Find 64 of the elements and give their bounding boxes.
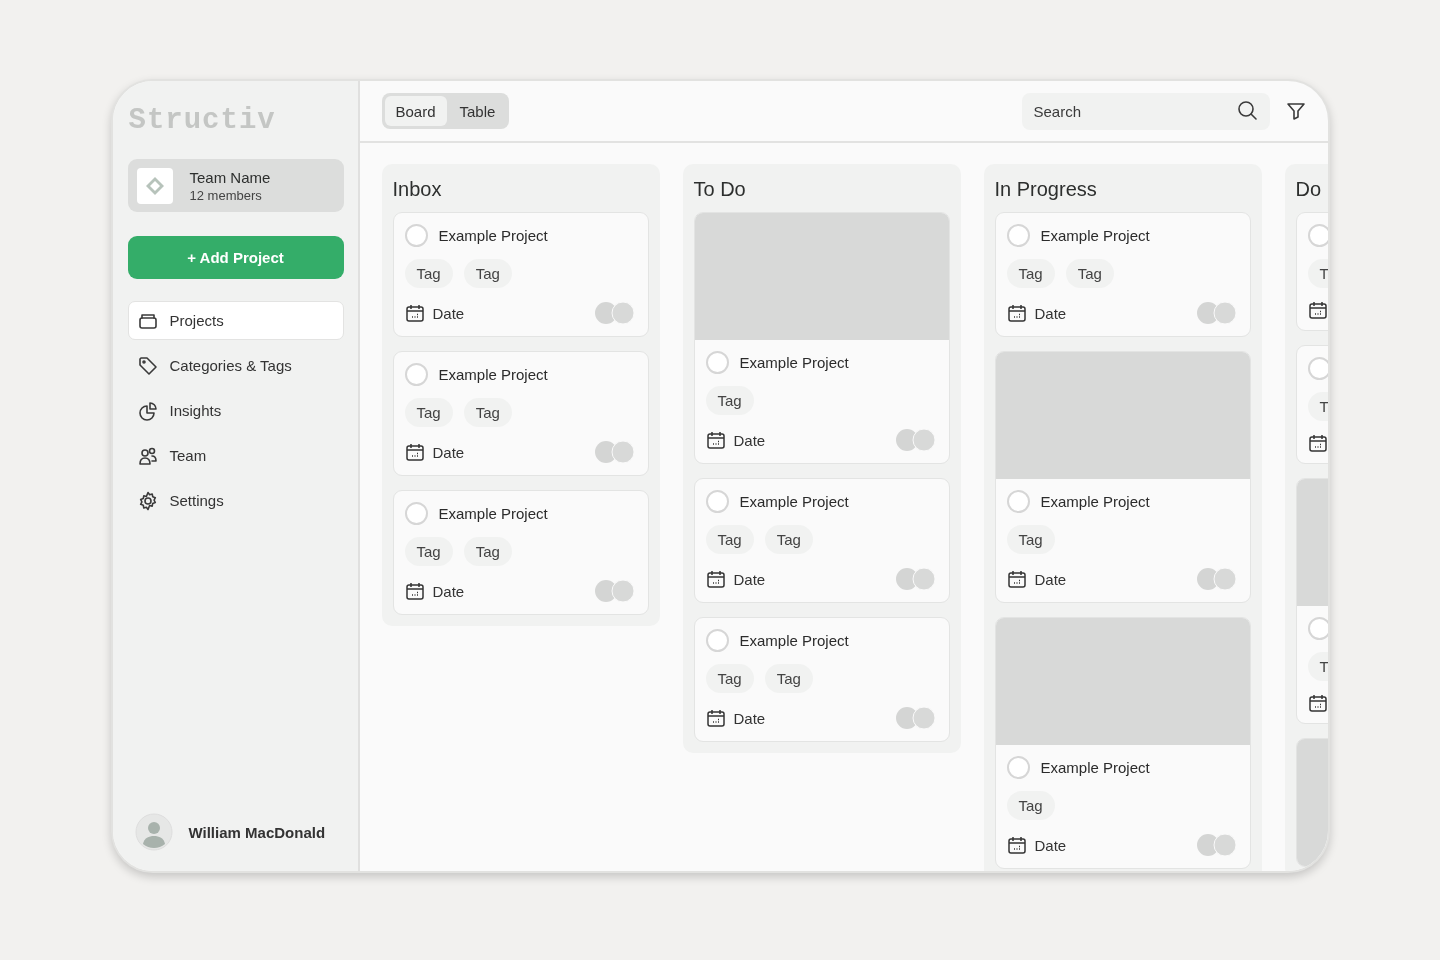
tag: Tag [404,398,453,427]
column-title: In Progress [994,177,1098,201]
tag: Tag [404,537,453,566]
member-count: 12 members [189,187,263,203]
tag: Tag [1006,525,1055,554]
project-card[interactable]: Example Project Tag Date [994,617,1251,869]
tag: Tag [764,525,813,554]
user-name: William MacDonald [188,823,326,841]
tag: T [1307,259,1328,288]
project-card[interactable]: Example Project Tag Date [994,351,1251,603]
date-label: Date [733,709,766,727]
card-title: Example Project [739,493,849,510]
tag: Tag [1006,259,1055,288]
nav-item[interactable]: Insights [127,391,344,430]
tag: Tag [705,664,754,693]
tag: Tag [764,664,813,693]
tag: Tag [404,259,453,288]
nav-item[interactable]: Settings [127,481,344,520]
tag: T [1307,392,1328,421]
project-card[interactable]: Example Project Tag Tag Date [392,212,649,337]
date-label: Date [1034,570,1067,588]
team-card[interactable]: Team Name 12 members [127,159,344,212]
team-name: Team Name [189,168,271,186]
card-title: Example Project [739,354,849,371]
tag: Tag [463,537,512,566]
card-title: Example Project [438,227,548,244]
tag: Tag [463,398,512,427]
view-tab[interactable]: Board [384,96,447,126]
project-card[interactable]: Example Project Tag Tag Date [693,478,950,603]
date-label: Date [1034,836,1067,854]
nav-item[interactable]: Projects [127,301,344,340]
card-title: Example Project [1040,227,1150,244]
card-title: Example Project [1040,493,1150,510]
column-title: Do [1295,177,1323,201]
project-card[interactable]: T [1295,212,1328,331]
date-label: Date [432,304,465,322]
nav-item[interactable]: Team [127,436,344,475]
tag: Tag [705,525,754,554]
column-title: Inbox [392,177,443,201]
tag: Tag [1006,791,1055,820]
tag: Tag [1065,259,1114,288]
card-title: Example Project [438,505,548,522]
tag: T [1307,652,1328,681]
project-card[interactable]: Example Project Tag Tag Date [392,490,649,615]
tag: Tag [463,259,512,288]
project-card[interactable]: Example Project Tag Date [693,212,950,464]
date-label: Date [733,431,766,449]
date-label: Date [432,443,465,461]
date-label: Date [1034,304,1067,322]
date-label: Date [432,582,465,600]
date-label: Date [733,570,766,588]
project-card[interactable]: T [1295,345,1328,464]
search-field[interactable]: Search [1021,92,1270,130]
column-title: To Do [693,177,747,201]
view-tab[interactable]: Table [448,96,507,126]
project-card[interactable]: Example Project Tag Tag Date [693,617,950,742]
nav-item[interactable]: Categories & Tags [127,346,344,385]
project-card[interactable]: Example Project Tag Tag Date [392,351,649,476]
card-title: Example Project [1040,759,1150,776]
card-title: Example Project [438,366,548,383]
card-title: Example Project [739,632,849,649]
tag: Tag [705,386,754,415]
project-card[interactable]: Example Project Tag Tag Date [994,212,1251,337]
project-card[interactable]: T [1295,478,1328,724]
